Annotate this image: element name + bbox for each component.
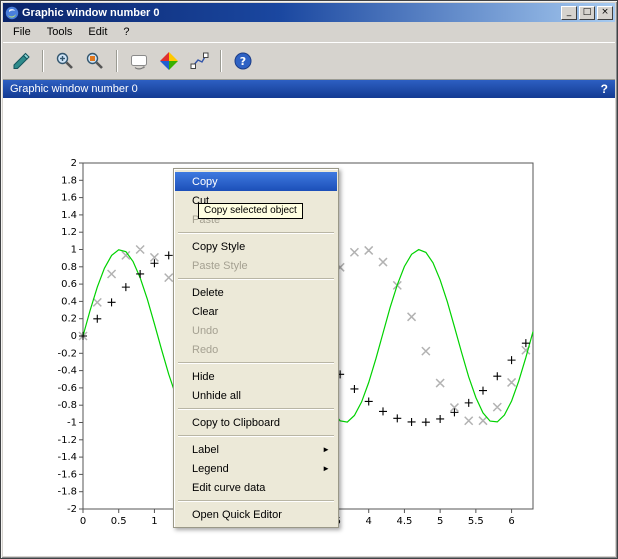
y-tick-label: -0.2 (57, 348, 77, 359)
x-tick-label: 0 (80, 516, 86, 527)
menu-item-unhide-all[interactable]: Unhide all (175, 386, 337, 405)
y-tick-label: -0.8 (57, 400, 77, 411)
menu-item-delete[interactable]: Delete (175, 283, 337, 302)
export-button[interactable] (7, 48, 35, 75)
y-tick-label: -1.4 (57, 452, 77, 463)
y-tick-label: 1.6 (61, 193, 77, 204)
titlebar[interactable]: Graphic window number 0 _ □ × (3, 3, 615, 22)
y-tick-label: 2 (71, 158, 77, 169)
menu-edit[interactable]: Edit (80, 23, 115, 41)
help-icon: ? (234, 52, 252, 70)
info-bar-title: Graphic window number 0 (10, 83, 138, 95)
y-tick-label: 1 (71, 245, 77, 256)
submenu-arrow-icon: ► (322, 445, 330, 454)
y-tick-label: -2 (67, 504, 77, 515)
y-tick-label: 0.4 (61, 296, 77, 307)
toolbar-separator (42, 50, 44, 72)
y-tick-label: 0.2 (61, 314, 77, 325)
menu-bar: File Tools Edit ? (3, 22, 615, 42)
menu-item-open-quick-editor[interactable]: Open Quick Editor (175, 505, 337, 524)
app-icon[interactable] (5, 6, 19, 20)
menu-separator (178, 278, 334, 280)
menu-separator (178, 362, 334, 364)
x-tick-label: 5.5 (468, 516, 484, 527)
zoom-in-button[interactable] (51, 48, 79, 75)
menu-separator (178, 435, 334, 437)
y-tick-label: -0.4 (57, 366, 77, 377)
x-tick-label: 1 (151, 516, 157, 527)
y-tick-label: 1.2 (61, 227, 77, 238)
zoom-original-icon (86, 52, 103, 69)
menu-item-edit-curve-data[interactable]: Edit curve data (175, 478, 337, 497)
toolbar-separator (220, 50, 222, 72)
menu-separator (178, 408, 334, 410)
menu-item-copy-to-clipboard[interactable]: Copy to Clipboard (175, 413, 337, 432)
x-tick-label: 0.5 (111, 516, 127, 527)
y-tick-label: 1.4 (61, 210, 77, 221)
menu-file[interactable]: File (5, 23, 39, 41)
y-tick-label: -1.8 (57, 487, 77, 498)
y-tick-label: -0.6 (57, 383, 77, 394)
context-menu: Copy Cut Paste Copy Style Paste Style De… (173, 168, 339, 528)
rotate-button[interactable] (125, 48, 153, 75)
menu-separator (178, 232, 334, 234)
y-tick-label: 0.6 (61, 279, 77, 290)
y-tick-label: 0 (71, 331, 77, 342)
menu-tools[interactable]: Tools (39, 23, 81, 41)
info-bar: Graphic window number 0 ? (3, 80, 615, 98)
menu-item-copy[interactable]: Copy (175, 172, 337, 191)
y-tick-label: -1 (67, 418, 77, 429)
menu-item-redo: Redo (192, 343, 219, 356)
svg-text:?: ? (240, 55, 246, 68)
ged-button[interactable] (155, 48, 183, 75)
zoom-original-button[interactable] (81, 48, 109, 75)
menu-separator (178, 500, 334, 502)
datatip-icon (190, 52, 209, 69)
x-tick-label: 4.5 (396, 516, 412, 527)
menu-item-legend[interactable]: Legend ► (175, 459, 337, 478)
toolbar-separator (116, 50, 118, 72)
export-icon (13, 52, 30, 69)
maximize-button[interactable]: □ (579, 5, 595, 20)
y-tick-label: -1.2 (57, 435, 77, 446)
menu-item-paste-style: Paste Style (192, 259, 248, 272)
x-tick-label: 4 (366, 516, 372, 527)
window-title: Graphic window number 0 (22, 6, 160, 19)
menu-item-undo: Undo (192, 324, 219, 337)
info-bar-help[interactable]: ? (601, 82, 608, 96)
datatip-button[interactable] (185, 48, 213, 75)
rotate-icon (131, 55, 147, 70)
tooltip: Copy selected object (198, 203, 303, 219)
toolbar: ? (3, 42, 615, 80)
x-tick-label: 5 (437, 516, 443, 527)
zoom-in-icon (56, 52, 73, 69)
menu-item-label[interactable]: Label ► (175, 440, 337, 459)
submenu-arrow-icon: ► (322, 464, 330, 473)
help-button[interactable]: ? (229, 48, 257, 75)
menu-item-hide[interactable]: Hide (175, 367, 337, 386)
y-tick-label: 0.8 (61, 262, 77, 273)
menu-item-clear[interactable]: Clear (175, 302, 337, 321)
x-tick-label: 6 (508, 516, 514, 527)
graphic-window: Graphic window number 0 _ □ × File Tools… (0, 0, 618, 559)
close-button[interactable]: × (597, 5, 613, 20)
menu-help[interactable]: ? (115, 23, 137, 41)
y-tick-label: -1.6 (57, 469, 77, 480)
menu-item-copy-style[interactable]: Copy Style (175, 237, 337, 256)
ged-icon (160, 52, 178, 70)
y-tick-label: 1.8 (61, 175, 77, 186)
minimize-button[interactable]: _ (561, 5, 577, 20)
